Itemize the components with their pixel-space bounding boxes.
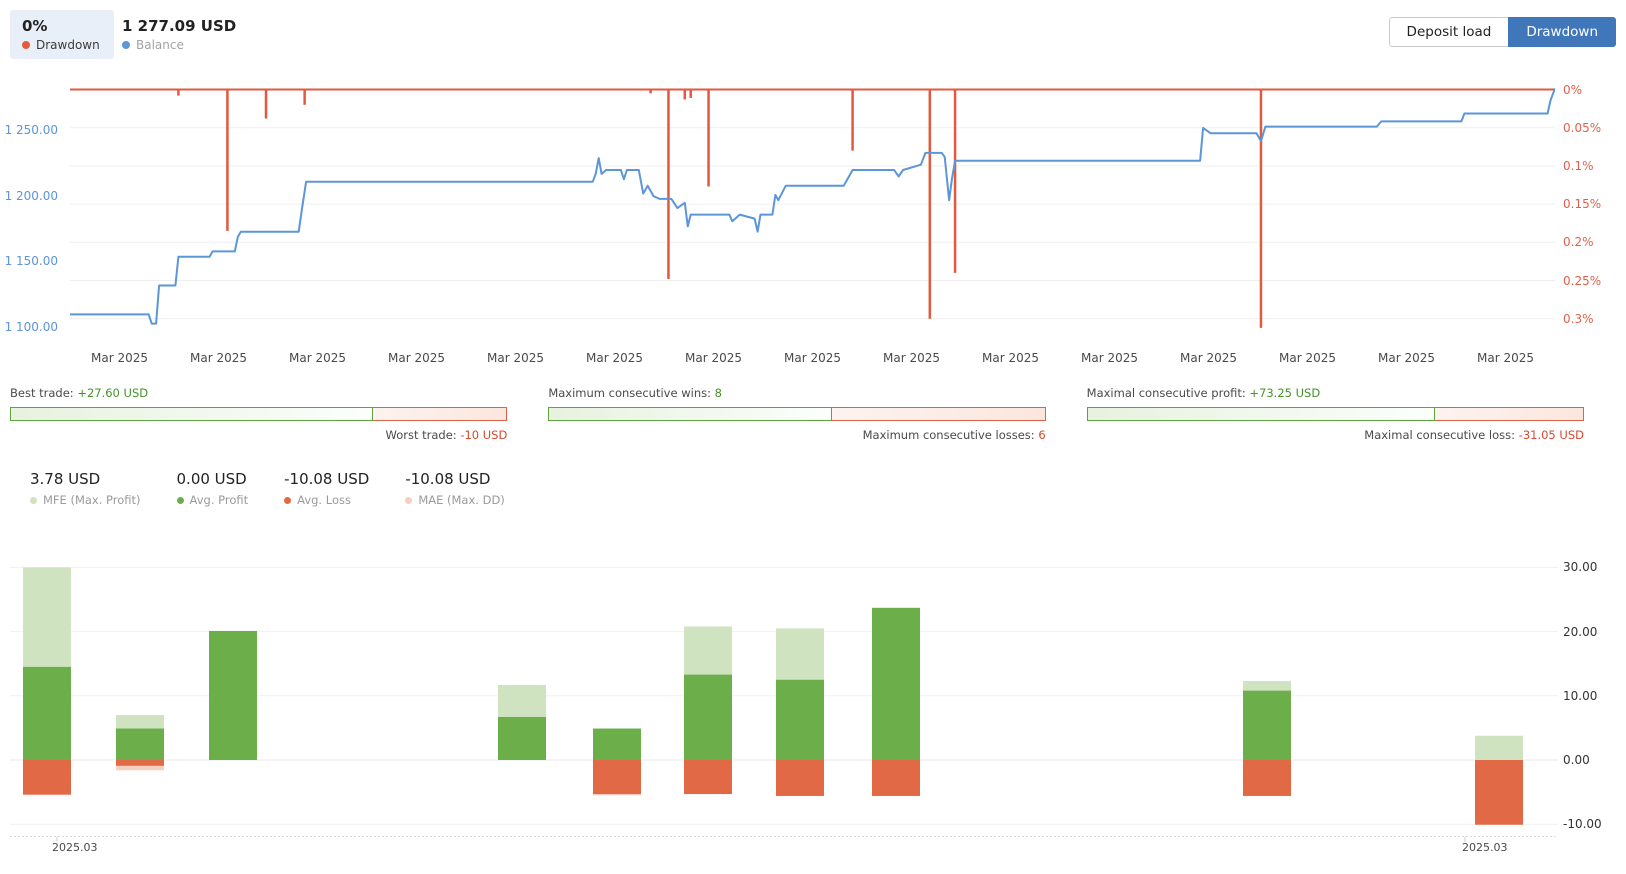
mfe-mae-bars-svg	[10, 537, 1558, 843]
x-axis-label: Mar 2025	[70, 351, 169, 367]
x-axis-label: Mar 2025	[466, 351, 565, 367]
avg-profit-value: 0.00 USD	[177, 470, 249, 488]
avg-loss-dot-icon	[284, 497, 291, 504]
bar-chart-x-label-left: 2025.03	[52, 841, 98, 854]
consecutive-profit-widget: Maximal consecutive profit: +73.25 USD M…	[1087, 386, 1584, 442]
drawdown-axis-label: 0.15%	[1563, 196, 1601, 212]
balance-dot-icon	[122, 41, 130, 49]
mfe-mae-bar-chart: 2025.03 2025.03 30.00 20.00 10.00 0.00 -10.0…	[0, 537, 1626, 867]
x-axis-label: Mar 2025	[1456, 351, 1555, 367]
trade-stats-row: Best trade: +27.60 USD Worst trade: -10 …	[10, 386, 1584, 442]
bar-chart-y-axis-label: 20.00	[1563, 624, 1597, 640]
legend-item-avg-loss[interactable]: -10.08 USD Avg. Loss	[284, 470, 369, 507]
x-axis-label: Mar 2025	[862, 351, 961, 367]
max-consecutive-wins-value: 8	[715, 386, 722, 400]
mfe-label: MFE (Max. Profit)	[43, 493, 141, 507]
ratio-bar-green-segment	[548, 407, 831, 421]
best-worst-ratio-bar	[10, 407, 507, 421]
bar-chart-y-axis-label: -10.00	[1563, 816, 1602, 832]
mfe-value: 3.78 USD	[30, 470, 141, 488]
legend-item-mae[interactable]: -10.08 USD MAE (Max. DD)	[405, 470, 504, 507]
balance-legend-item[interactable]: 1 277.09 USD Balance	[110, 10, 250, 59]
bar-chart-y-axis-label: 30.00	[1563, 559, 1597, 575]
report-header: 0% Drawdown 1 277.09 USD Balance Deposit…	[10, 10, 1616, 60]
bar-chart-x-label-right: 2025.03	[1462, 841, 1508, 854]
profit-loss-ratio-bar	[1087, 407, 1584, 421]
balance-current-value: 1 277.09 USD	[122, 17, 236, 35]
mae-dot-icon	[405, 497, 412, 504]
drawdown-legend-item[interactable]: 0% Drawdown	[10, 10, 114, 59]
avg-loss-value: -10.08 USD	[284, 470, 369, 488]
balance-chart-x-axis: Mar 2025Mar 2025Mar 2025Mar 2025Mar 2025…	[70, 351, 1555, 367]
consecutive-wins-widget: Maximum consecutive wins: 8 Maximum cons…	[548, 386, 1045, 442]
x-axis-label: Mar 2025	[1258, 351, 1357, 367]
ratio-bar-green-segment	[10, 407, 373, 421]
mae-value: -10.08 USD	[405, 470, 504, 488]
drawdown-legend-label: Drawdown	[36, 38, 100, 52]
balance-axis-label: 1 250.00	[0, 122, 58, 138]
x-axis-label: Mar 2025	[169, 351, 268, 367]
legend-item-mfe[interactable]: 3.78 USD MFE (Max. Profit)	[30, 470, 141, 507]
mfe-dot-icon	[30, 497, 37, 504]
bar-chart-y-axis-label: 0.00	[1563, 752, 1590, 768]
drawdown-dot-icon	[22, 41, 30, 49]
max-consecutive-profit-label: Maximal consecutive profit:	[1087, 386, 1246, 400]
ratio-bar-red-segment	[832, 407, 1046, 421]
drawdown-axis-label: 0.2%	[1563, 234, 1594, 250]
x-axis-label: Mar 2025	[664, 351, 763, 367]
drawdown-current-value: 0%	[22, 17, 100, 35]
worst-trade-value: -10 USD	[460, 428, 507, 442]
balance-legend-label: Balance	[136, 38, 184, 52]
x-axis-label: Mar 2025	[565, 351, 664, 367]
x-axis-label: Mar 2025	[1357, 351, 1456, 367]
drawdown-axis-label: 0.25%	[1563, 273, 1601, 289]
max-consecutive-loss-value: -31.05 USD	[1519, 428, 1584, 442]
x-axis-label: Mar 2025	[1159, 351, 1258, 367]
balance-drawdown-plot-area[interactable]	[70, 75, 1555, 340]
balance-axis-label: 1 100.00	[0, 319, 58, 335]
ratio-bar-green-segment	[1087, 407, 1435, 421]
x-axis-label: Mar 2025	[763, 351, 862, 367]
x-axis-label: Mar 2025	[367, 351, 466, 367]
avg-loss-label: Avg. Loss	[297, 493, 351, 507]
deposit-load-button[interactable]: Deposit load	[1389, 17, 1509, 47]
bar-chart-plot-area[interactable]	[10, 537, 1558, 843]
balance-drawdown-chart: 1 250.00 1 200.00 1 150.00 1 100.00 0% 0.05% 0…	[0, 75, 1626, 340]
avg-profit-label: Avg. Profit	[190, 493, 249, 507]
ratio-bar-red-segment	[373, 407, 507, 421]
best-trade-label: Best trade:	[10, 386, 74, 400]
max-consecutive-loss-label: Maximal consecutive loss:	[1364, 428, 1515, 442]
x-axis-label: Mar 2025	[268, 351, 367, 367]
chart-mode-button-group: Deposit load Drawdown	[1389, 17, 1616, 47]
drawdown-axis-label: 0%	[1563, 82, 1582, 98]
balance-drawdown-svg	[70, 75, 1555, 340]
max-consecutive-wins-label: Maximum consecutive wins:	[548, 386, 711, 400]
balance-axis-label: 1 200.00	[0, 188, 58, 204]
max-consecutive-profit-value: +73.25 USD	[1249, 386, 1320, 400]
max-consecutive-losses-value: 6	[1038, 428, 1045, 442]
best-worst-trade-widget: Best trade: +27.60 USD Worst trade: -10 …	[10, 386, 507, 442]
wins-losses-ratio-bar	[548, 407, 1045, 421]
drawdown-axis-label: 0.3%	[1563, 311, 1594, 327]
balance-axis-label: 1 150.00	[0, 253, 58, 269]
avg-profit-dot-icon	[177, 497, 184, 504]
bar-chart-y-axis-label: 10.00	[1563, 688, 1597, 704]
legend-item-avg-profit[interactable]: 0.00 USD Avg. Profit	[177, 470, 249, 507]
mae-label: MAE (Max. DD)	[418, 493, 504, 507]
worst-trade-label: Worst trade:	[386, 428, 457, 442]
x-axis-label: Mar 2025	[1060, 351, 1159, 367]
ratio-bar-red-segment	[1435, 407, 1584, 421]
drawdown-axis-label: 0.1%	[1563, 158, 1594, 174]
x-axis-label: Mar 2025	[961, 351, 1060, 367]
drawdown-button[interactable]: Drawdown	[1508, 17, 1616, 47]
best-trade-value: +27.60 USD	[77, 386, 148, 400]
mfe-mae-legend: 3.78 USD MFE (Max. Profit) 0.00 USD Avg.…	[30, 470, 505, 507]
drawdown-axis-label: 0.05%	[1563, 120, 1601, 136]
max-consecutive-losses-label: Maximum consecutive losses:	[863, 428, 1035, 442]
